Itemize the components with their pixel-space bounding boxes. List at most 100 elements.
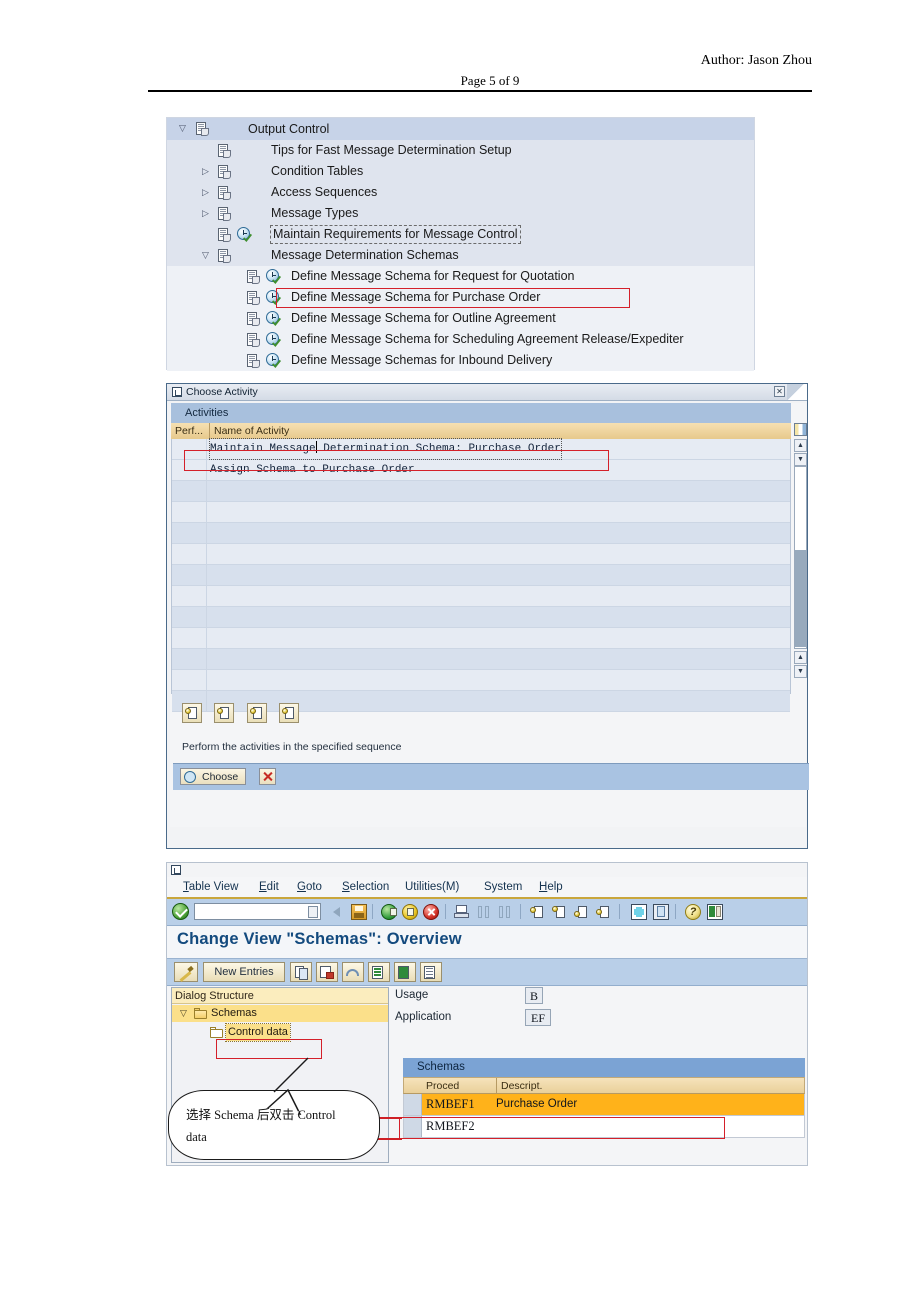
details-icon[interactable] xyxy=(420,962,442,982)
row-gutter[interactable] xyxy=(172,628,207,648)
scroll-down-icon[interactable]: ▼ xyxy=(794,665,807,678)
help-icon[interactable]: ? xyxy=(685,904,701,920)
row-gutter[interactable] xyxy=(172,565,207,585)
menu-item-edit[interactable]: Edit xyxy=(259,877,279,897)
row-gutter[interactable] xyxy=(172,460,207,480)
row-gutter[interactable] xyxy=(172,670,207,690)
row-gutter[interactable] xyxy=(172,523,207,543)
cancel-icon[interactable] xyxy=(423,904,439,920)
tree-row[interactable]: ▽ Output Control xyxy=(167,118,754,140)
print-icon[interactable] xyxy=(454,904,470,920)
chevron-down-icon[interactable]: ▽ xyxy=(200,245,211,266)
close-icon[interactable]: ✕ xyxy=(774,386,785,397)
menu-item-goto[interactable]: Goto xyxy=(297,877,322,897)
field-value-application[interactable]: EF xyxy=(525,1009,551,1026)
scroll-down-small-icon[interactable]: ▼ xyxy=(794,453,807,466)
tree-row[interactable]: Define Message Schema for Scheduling Agr… xyxy=(167,329,754,350)
customize-layout-icon[interactable] xyxy=(707,904,723,920)
chevron-right-icon[interactable]: ▷ xyxy=(200,203,211,224)
enter-icon[interactable] xyxy=(172,903,189,920)
table-row[interactable] xyxy=(172,649,790,670)
find-next-icon[interactable] xyxy=(498,904,514,920)
exit-icon[interactable] xyxy=(402,904,418,920)
sap-application-toolbar[interactable]: New Entries xyxy=(167,958,807,986)
table-row[interactable] xyxy=(172,523,790,544)
table-row[interactable]: RMBEF1 Purchase Order xyxy=(403,1094,805,1116)
new-session-icon[interactable] xyxy=(631,904,647,920)
delete-icon[interactable] xyxy=(316,962,338,982)
deselect-all-icon[interactable] xyxy=(394,962,416,982)
doc-copy-icon[interactable] xyxy=(182,703,202,723)
row-select-gutter[interactable] xyxy=(404,1116,422,1137)
field-value-usage[interactable]: B xyxy=(525,987,543,1004)
tree-row[interactable]: Tips for Fast Message Determination Setu… xyxy=(167,140,754,161)
row-gutter[interactable] xyxy=(172,649,207,669)
choose-activity-dialog[interactable]: Choose Activity ✕ Activities Perf... Nam… xyxy=(166,383,809,849)
row-select-gutter[interactable] xyxy=(404,1094,422,1115)
table-row[interactable] xyxy=(172,670,790,691)
doc-new-icon[interactable] xyxy=(214,703,235,723)
menu-item-utilities[interactable]: Utilities(M) xyxy=(405,877,459,897)
back-icon[interactable] xyxy=(381,904,397,920)
column-header-perf[interactable]: Perf... xyxy=(175,423,203,439)
activities-grid[interactable]: Maintain Message Determination Schema: P… xyxy=(171,438,791,712)
command-field[interactable] xyxy=(194,903,321,920)
table-row[interactable]: Maintain Message Determination Schema: P… xyxy=(172,438,790,460)
save-icon[interactable] xyxy=(351,904,367,920)
undo-icon[interactable] xyxy=(342,962,364,982)
row-gutter[interactable] xyxy=(172,481,207,501)
new-entries-button[interactable]: New Entries xyxy=(203,962,285,982)
last-page-icon[interactable] xyxy=(596,904,612,920)
table-row[interactable] xyxy=(172,502,790,523)
tree-row[interactable]: ▽ Message Determination Schemas xyxy=(167,245,754,266)
table-row[interactable]: RMBEF2 xyxy=(403,1116,805,1138)
row-gutter[interactable] xyxy=(172,586,207,606)
command-field-dropdown-icon[interactable] xyxy=(308,906,318,918)
tree-row[interactable]: Define Message Schemas for Inbound Deliv… xyxy=(167,350,754,371)
chevron-down-icon[interactable]: ▽ xyxy=(177,118,188,139)
doc-variant-icon[interactable] xyxy=(279,703,300,723)
tree-row-define-message-schema-purchase-order[interactable]: Define Message Schema for Purchase Order xyxy=(167,287,754,308)
chevron-right-icon[interactable]: ▷ xyxy=(200,182,211,203)
table-row[interactable] xyxy=(172,586,790,607)
select-all-icon[interactable] xyxy=(368,962,390,982)
find-icon[interactable] xyxy=(476,904,492,920)
chevron-down-icon[interactable]: ▽ xyxy=(180,1005,187,1022)
pencil-icon[interactable] xyxy=(174,962,198,982)
prev-page-icon[interactable] xyxy=(552,904,568,920)
schemas-table[interactable]: Proced Descript. RMBEF1 Purchase Order R… xyxy=(403,1077,805,1163)
copy-icon[interactable] xyxy=(290,962,312,982)
scroll-up-small-icon[interactable]: ▲ xyxy=(794,439,807,452)
chevron-right-icon[interactable]: ▷ xyxy=(200,161,211,182)
row-gutter[interactable] xyxy=(172,544,207,564)
choose-button[interactable]: Choose xyxy=(180,768,247,785)
scrollbar-thumb[interactable] xyxy=(795,550,806,647)
cancel-button[interactable] xyxy=(259,768,276,785)
menu-item-table-view[interactable]: Table View xyxy=(183,877,238,897)
grid-scrollbar[interactable]: ▲ ▼ ▲ ▼ xyxy=(794,423,808,694)
dialog-structure-item-schemas[interactable]: ▽ Schemas xyxy=(172,1005,388,1022)
row-gutter[interactable] xyxy=(172,439,207,459)
table-row[interactable] xyxy=(172,565,790,586)
grid-config-icon[interactable] xyxy=(794,423,807,436)
create-shortcut-icon[interactable] xyxy=(653,904,669,920)
menu-item-selection[interactable]: Selection xyxy=(342,877,389,897)
doc-detail-icon[interactable] xyxy=(246,703,267,723)
img-activity-tree[interactable]: ▽ Output Control Tips for Fast Message D… xyxy=(166,117,755,371)
tree-row[interactable]: ▷ Access Sequences xyxy=(167,182,754,203)
menu-item-system[interactable]: System xyxy=(484,877,522,897)
table-row[interactable] xyxy=(172,607,790,628)
table-row[interactable] xyxy=(172,481,790,502)
column-header-name-of-activity[interactable]: Name of Activity xyxy=(209,423,289,439)
table-row[interactable] xyxy=(172,628,790,649)
tree-row[interactable]: Define Message Schema for Outline Agreem… xyxy=(167,308,754,329)
menu-item-help[interactable]: Help xyxy=(539,877,563,897)
column-header-descript[interactable]: Descript. xyxy=(496,1078,542,1095)
table-row[interactable] xyxy=(172,544,790,565)
next-page-icon[interactable] xyxy=(574,904,590,920)
dialog-toolbar[interactable] xyxy=(182,703,307,723)
column-header-proced[interactable]: Proced xyxy=(426,1078,459,1095)
tree-row[interactable]: ▷ Condition Tables xyxy=(167,161,754,182)
tree-row[interactable]: Maintain Requirements for Message Contro… xyxy=(167,224,754,245)
scroll-up-icon[interactable]: ▲ xyxy=(794,651,807,664)
